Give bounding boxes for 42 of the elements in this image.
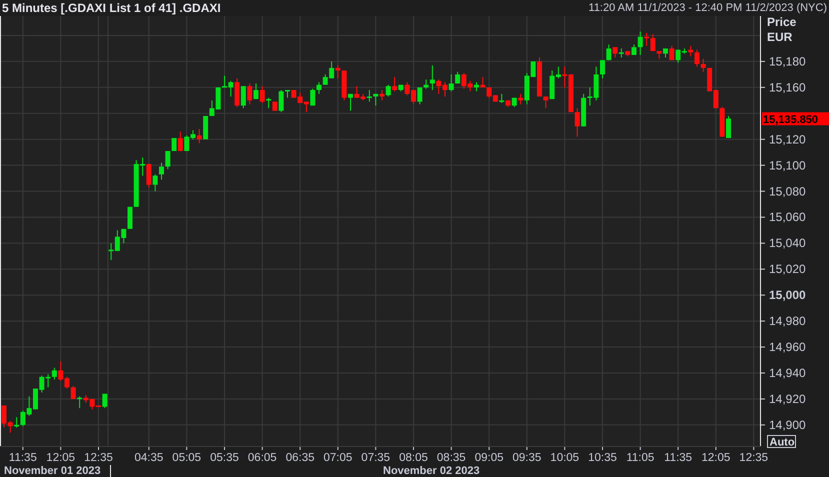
axis-label: 11:35 bbox=[8, 452, 37, 464]
axis-label: 14,920 bbox=[769, 392, 806, 406]
axis-label: 12:35 bbox=[84, 452, 113, 464]
axis-label: 15,000 bbox=[769, 288, 806, 302]
axis-label: 11:05 bbox=[626, 452, 654, 464]
axis-label: 08:05 bbox=[399, 452, 428, 464]
axis-label: 15,180 bbox=[769, 54, 806, 68]
axis-label: 05:05 bbox=[172, 452, 202, 464]
currency-label: EUR bbox=[767, 30, 792, 44]
axis-label: 06:35 bbox=[286, 452, 314, 464]
axis-label: 15,060 bbox=[769, 210, 806, 224]
axis-label: 06:05 bbox=[248, 452, 277, 464]
axis-label: 15,020 bbox=[769, 262, 806, 276]
axis-label: 07:35 bbox=[361, 452, 390, 464]
axis-label: 14,980 bbox=[769, 314, 806, 328]
axis-label: 14,960 bbox=[769, 340, 806, 354]
axis-label: 12:35 bbox=[739, 452, 768, 464]
date-range: 11:20 AM 11/1/2023 - 12:40 PM 11/2/2023 (NYC) bbox=[588, 2, 827, 14]
date-label: November 02 2023 bbox=[383, 465, 480, 477]
axis-label: 15,120 bbox=[769, 132, 806, 146]
axis-label: 10:35 bbox=[588, 452, 617, 464]
axis-label: 14,900 bbox=[769, 418, 806, 432]
chart-title: 5 Minutes [.GDAXI List 1 of 41] .GDAXI bbox=[2, 1, 221, 15]
auto-scale-button[interactable]: Auto bbox=[767, 435, 796, 448]
axis-label: 15,080 bbox=[769, 184, 806, 198]
last-price-label: 15,135.850 bbox=[762, 112, 829, 126]
axis-label: 07:05 bbox=[324, 452, 352, 464]
axis-label: 09:05 bbox=[474, 452, 504, 464]
axis-label: 10:05 bbox=[550, 452, 580, 464]
axis-label: 15,160 bbox=[769, 80, 806, 94]
axis-label: 09:35 bbox=[512, 452, 542, 464]
axis-label: 12:05 bbox=[702, 452, 730, 464]
axis-label: 11:35 bbox=[664, 452, 692, 464]
axis-label: 08:35 bbox=[436, 452, 466, 464]
axis-title: Price bbox=[767, 16, 796, 29]
date-label: November 01 2023 bbox=[4, 465, 101, 477]
axis-label: 15,040 bbox=[769, 236, 806, 250]
axis-label: 05:35 bbox=[210, 452, 239, 464]
axis-label: 04:35 bbox=[134, 452, 164, 464]
axis-label: 15,100 bbox=[769, 158, 806, 172]
axis-label: 12:05 bbox=[46, 452, 76, 464]
axis-label: 14,940 bbox=[769, 366, 806, 380]
